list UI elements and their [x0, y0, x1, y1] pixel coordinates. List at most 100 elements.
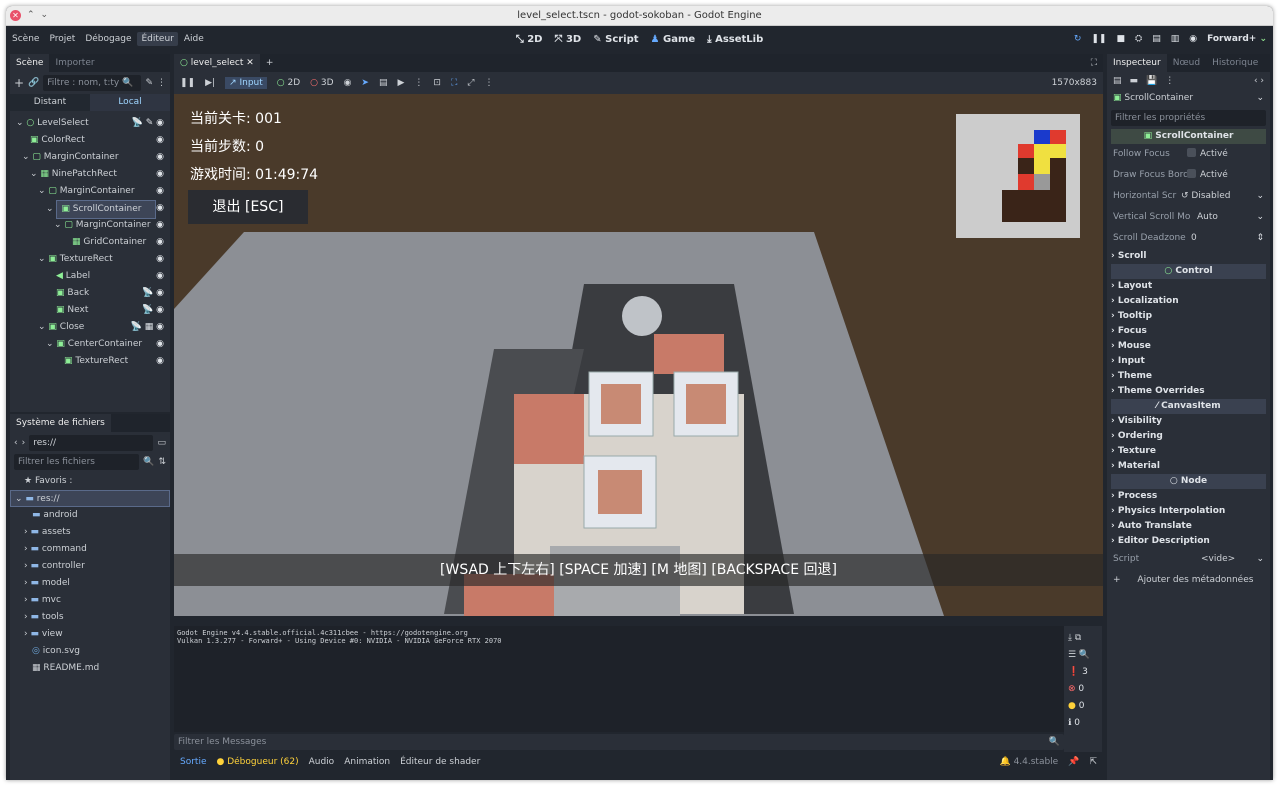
workspace-3d[interactable]: ⤧ 3D: [554, 34, 581, 45]
list-icon[interactable]: ▤: [379, 78, 388, 88]
eye-icon[interactable]: ◉: [156, 166, 164, 183]
scene-filter-input[interactable]: Filtre : nom, t:ty 🔍: [43, 75, 142, 91]
reload-icon[interactable]: ↻: [1074, 34, 1082, 44]
prop-vertical-scroll[interactable]: Vertical Scroll Mo Auto ⌄: [1107, 207, 1270, 228]
next-frame-icon[interactable]: ▶|: [205, 78, 215, 88]
section-localization[interactable]: › Localization: [1107, 294, 1270, 309]
run-custom-icon[interactable]: ▥: [1171, 34, 1180, 44]
more-icon[interactable]: ⋮: [1165, 76, 1174, 86]
eye-icon[interactable]: 📡 ◉: [142, 285, 164, 302]
pause-icon[interactable]: ❚❚: [1091, 34, 1106, 44]
pin-icon[interactable]: 📌: [1068, 757, 1079, 767]
select-icon[interactable]: ➤: [361, 78, 369, 88]
fs-row-command[interactable]: › ▬ command: [10, 541, 170, 558]
tab-animation[interactable]: Animation: [344, 757, 390, 767]
eye-icon[interactable]: ◉: [156, 234, 164, 251]
link-icon[interactable]: 🔗: [28, 78, 39, 88]
workspace-game[interactable]: ♟ Game: [651, 34, 696, 45]
fs-row-icon[interactable]: ◎ icon.svg: [10, 643, 170, 660]
section-input[interactable]: › Input: [1107, 354, 1270, 369]
workspace-2d[interactable]: ⤡ 2D: [516, 34, 543, 45]
tab-output[interactable]: Sortie: [180, 757, 207, 767]
prop-horizontal-scroll[interactable]: Horizontal Scr ↺ Disabled ⌄: [1107, 186, 1270, 207]
eye-icon[interactable]: ◉: [156, 217, 164, 234]
stop-icon[interactable]: ■: [1116, 34, 1125, 44]
fs-row-mvc[interactable]: › ▬ mvc: [10, 592, 170, 609]
eye-icon[interactable]: ◉: [156, 268, 164, 285]
tree-row-centercontainer[interactable]: ⌄ ▣ CenterContainer ◉: [10, 336, 170, 353]
fs-row-view[interactable]: › ▬ view: [10, 626, 170, 643]
fs-row-android[interactable]: ▬ android: [10, 507, 170, 524]
menu-scene[interactable]: Scène: [8, 32, 43, 46]
eye-icon[interactable]: ◉: [156, 200, 164, 217]
path-field[interactable]: res://: [29, 435, 154, 451]
fs-row-readme[interactable]: ▦ README.md: [10, 660, 170, 677]
more-icon[interactable]: ⋮: [157, 78, 166, 88]
layout-icon[interactable]: ▭: [157, 438, 166, 448]
eye-icon[interactable]: ◉: [156, 132, 164, 149]
pause-icon[interactable]: ❚❚: [180, 78, 195, 88]
sort-icon[interactable]: ⇅: [158, 457, 166, 467]
fs-row-controller[interactable]: › ▬ controller: [10, 558, 170, 575]
eye-icon[interactable]: 📡 ✎ ◉: [132, 115, 164, 132]
section-theme[interactable]: › Theme: [1107, 369, 1270, 384]
input-toggle[interactable]: ↗ Input: [225, 77, 267, 89]
tab-inspector[interactable]: Inspecteur: [1107, 54, 1167, 72]
tree-row-colorrect[interactable]: ▣ ColorRect ◉: [10, 132, 170, 149]
menu-project[interactable]: Projet: [45, 32, 79, 46]
script-icon[interactable]: ✎: [145, 78, 153, 88]
section-auto-translate[interactable]: › Auto Translate: [1107, 519, 1270, 534]
workspace-script[interactable]: ✎ Script: [593, 34, 638, 45]
fit-icon[interactable]: ⊡: [433, 78, 441, 88]
warnings-count[interactable]: ● 0: [1068, 698, 1098, 715]
save-icon[interactable]: 💾: [1146, 76, 1157, 86]
tree-row-next[interactable]: ▣ Next 📡 ◉: [10, 302, 170, 319]
clear-icon[interactable]: ⤓ ⧉: [1068, 630, 1098, 647]
fs-row-tools[interactable]: › ▬ tools: [10, 609, 170, 626]
section-focus[interactable]: › Focus: [1107, 324, 1270, 339]
section-scroll[interactable]: › Scroll: [1107, 249, 1270, 264]
eye-icon[interactable]: ◉: [156, 183, 164, 200]
tab-shader-editor[interactable]: Éditeur de shader: [400, 757, 480, 767]
tab-history[interactable]: Historique: [1206, 54, 1264, 72]
messages-count[interactable]: ❗ 3: [1068, 664, 1098, 681]
more-icon-2[interactable]: ⋮: [484, 78, 493, 88]
run-scene-icon[interactable]: ▤: [1152, 34, 1161, 44]
tree-row-ninepatchrect[interactable]: ⌄ ▦ NinePatchRect ◉: [10, 166, 170, 183]
tab-filesystem[interactable]: Système de fichiers: [10, 414, 111, 432]
menu-debug[interactable]: Débogage: [81, 32, 135, 46]
section-visibility[interactable]: › Visibility: [1107, 414, 1270, 429]
fs-row-res[interactable]: ⌄ ▬ res://: [10, 490, 170, 507]
open-icon[interactable]: ▬: [1130, 76, 1139, 86]
local-toggle[interactable]: Local: [90, 94, 170, 111]
eye-icon[interactable]: ◉: [156, 149, 164, 166]
movie-icon[interactable]: ◉: [1189, 34, 1197, 44]
tab-level-select[interactable]: ○ level_select ✕: [174, 54, 260, 72]
close-tab-icon[interactable]: ✕: [246, 58, 254, 68]
tree-row-back[interactable]: ▣ Back 📡 ◉: [10, 285, 170, 302]
more-icon[interactable]: ⋮: [414, 78, 423, 88]
eye-icon[interactable]: ◉: [156, 336, 164, 353]
section-layout[interactable]: › Layout: [1107, 279, 1270, 294]
fs-row-model[interactable]: › ▬ model: [10, 575, 170, 592]
section-material[interactable]: › Material: [1107, 459, 1270, 474]
remote-debug-icon[interactable]: ⛭: [1135, 34, 1142, 44]
mode-2d-button[interactable]: ○ 2D: [277, 78, 300, 88]
stretch-icon[interactable]: ⛶: [451, 78, 457, 88]
section-editor-description[interactable]: › Editor Description: [1107, 534, 1270, 549]
eye-icon[interactable]: 📡 ▦ ◉: [131, 319, 164, 336]
file-filter-input[interactable]: Filtrer les fichiers: [14, 454, 140, 470]
section-texture[interactable]: › Texture: [1107, 444, 1270, 459]
visibility-icon[interactable]: ◉: [344, 78, 352, 88]
maximize-icon[interactable]: ⌄: [41, 10, 49, 21]
tab-node[interactable]: Nœud: [1167, 54, 1206, 72]
tree-row-close[interactable]: ⌄ ▣ Close 📡 ▦ ◉: [10, 319, 170, 336]
workspace-assetlib[interactable]: ⤓ AssetLib: [707, 34, 763, 45]
add-tab-icon[interactable]: +: [260, 58, 280, 68]
property-filter-input[interactable]: Filtrer les propriétés: [1111, 110, 1266, 126]
expand-panel-icon[interactable]: ⇱: [1089, 757, 1103, 767]
expand-icon[interactable]: ⤢: [467, 78, 474, 88]
forward-icon[interactable]: ›: [22, 438, 26, 448]
info-count[interactable]: ℹ 0: [1068, 715, 1098, 732]
prop-draw-focus-border[interactable]: Draw Focus Bord Activé: [1107, 165, 1270, 186]
